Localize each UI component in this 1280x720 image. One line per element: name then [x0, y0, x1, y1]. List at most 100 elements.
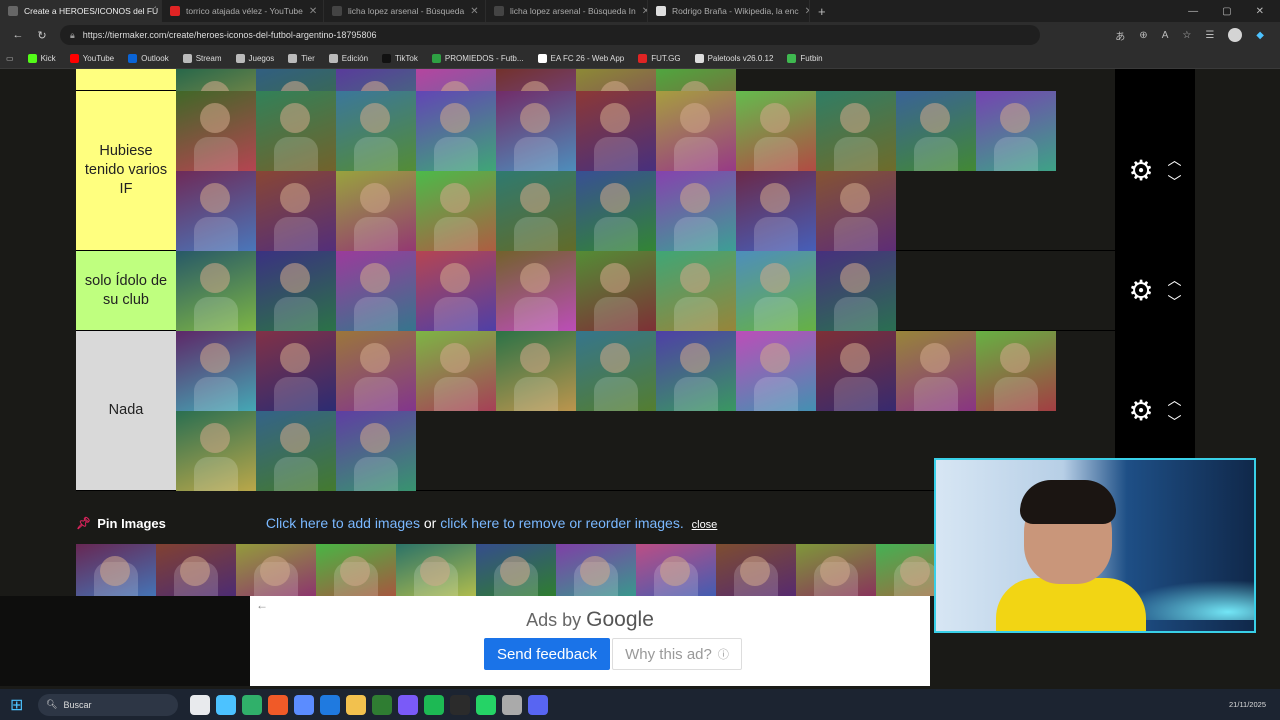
chevron-up-icon[interactable]: ︿: [1168, 393, 1182, 407]
player-image[interactable]: [796, 544, 876, 596]
tab-close-icon[interactable]: ✕: [303, 6, 317, 17]
remove-reorder-link[interactable]: click here to remove or reorder images.: [440, 515, 684, 531]
restore-icon[interactable]: ▢: [1222, 6, 1231, 17]
player-image[interactable]: [816, 91, 896, 171]
taskbar-search[interactable]: 🔍︎ Buscar: [38, 693, 178, 716]
player-image[interactable]: [416, 69, 496, 91]
send-feedback-button[interactable]: Send feedback: [484, 638, 610, 670]
minimize-icon[interactable]: —: [1188, 6, 1198, 17]
player-image[interactable]: [316, 544, 396, 596]
url-field[interactable]: 🔒︎ https://tiermaker.com/create/heroes-i…: [60, 25, 1040, 45]
player-image[interactable]: [736, 171, 816, 251]
tab-close-icon[interactable]: ✕: [799, 6, 809, 17]
close-window-icon[interactable]: ✕: [1256, 6, 1264, 17]
player-image[interactable]: [176, 251, 256, 331]
player-image[interactable]: [256, 91, 336, 171]
player-image[interactable]: [76, 544, 156, 596]
browser-tab[interactable]: licha lopez arsenal - Búsqueda ✕: [324, 0, 486, 22]
player-image[interactable]: [336, 411, 416, 491]
player-image[interactable]: [816, 251, 896, 331]
taskbar-app-icon[interactable]: [424, 694, 444, 715]
read-aloud-icon[interactable]: A: [1162, 30, 1169, 41]
player-image[interactable]: [576, 171, 656, 251]
taskbar-app-icon[interactable]: [502, 694, 522, 715]
taskbar-app-icon[interactable]: [372, 694, 392, 715]
player-image[interactable]: [476, 544, 556, 596]
player-image[interactable]: [256, 69, 336, 91]
player-image[interactable]: [256, 411, 336, 491]
player-image[interactable]: [636, 544, 716, 596]
player-image[interactable]: [576, 69, 656, 91]
player-image[interactable]: [256, 171, 336, 251]
browser-tab[interactable]: torrico atajada vélez - YouTube ✕: [162, 0, 324, 22]
translate-icon[interactable]: あ: [1115, 28, 1125, 43]
player-image[interactable]: [716, 544, 796, 596]
bookmark-item[interactable]: Juegos: [235, 53, 274, 63]
tier-label[interactable]: Hubiese tenido varios IF: [76, 91, 176, 250]
player-image[interactable]: [496, 69, 576, 91]
system-clock[interactable]: 21/11/2025: [1229, 700, 1280, 710]
favorite-icon[interactable]: ☆: [1182, 30, 1191, 41]
player-image[interactable]: [416, 331, 496, 411]
browser-tab[interactable]: licha lopez arsenal - Búsqueda In✕: [486, 0, 648, 22]
player-image[interactable]: [656, 171, 736, 251]
player-image[interactable]: [496, 331, 576, 411]
player-image[interactable]: [416, 91, 496, 171]
player-image[interactable]: [976, 331, 1056, 411]
gear-icon[interactable]: ⚙: [1128, 276, 1153, 305]
bookmark-item[interactable]: Edición: [328, 53, 368, 63]
player-image[interactable]: [336, 171, 416, 251]
player-image[interactable]: [256, 331, 336, 411]
why-this-ad-button[interactable]: Why this ad? ⓘ: [612, 638, 742, 670]
player-image[interactable]: [416, 251, 496, 331]
gear-icon[interactable]: ⚙: [1128, 156, 1153, 185]
taskbar-app-icon[interactable]: [528, 694, 548, 715]
browser-tab[interactable]: Rodrigo Braña - Wikipedia, la enc✕: [648, 0, 810, 22]
player-image[interactable]: [176, 331, 256, 411]
profile-avatar[interactable]: [1228, 28, 1243, 42]
player-image[interactable]: [176, 69, 256, 91]
player-image[interactable]: [896, 91, 976, 171]
taskbar-app-icon[interactable]: [294, 694, 314, 715]
player-image[interactable]: [336, 331, 416, 411]
bookmark-item[interactable]: Futbin: [787, 53, 823, 63]
reload-icon[interactable]: ↻: [30, 29, 54, 42]
player-image[interactable]: [256, 251, 336, 331]
bookmark-item[interactable]: PROMIEDOS - Futb...: [431, 53, 524, 63]
taskbar-app-icon[interactable]: [268, 694, 288, 715]
bookmark-item[interactable]: EA FC 26 - Web App: [537, 53, 624, 63]
player-image[interactable]: [656, 69, 736, 91]
taskbar-app-icon[interactable]: [398, 694, 418, 715]
bookmark-item[interactable]: Kick: [27, 53, 56, 63]
player-image[interactable]: [556, 544, 636, 596]
player-image[interactable]: [156, 544, 236, 596]
player-image[interactable]: [176, 91, 256, 171]
taskbar-app-icon[interactable]: [476, 694, 496, 715]
bookmark-item[interactable]: Outlook: [128, 53, 169, 63]
player-image[interactable]: [496, 91, 576, 171]
bookmark-item[interactable]: Stream: [182, 53, 222, 63]
taskbar-app-icon[interactable]: [242, 694, 262, 715]
player-image[interactable]: [396, 544, 476, 596]
player-image[interactable]: [816, 171, 896, 251]
bookmark-item[interactable]: YouTube: [69, 53, 114, 63]
player-image[interactable]: [336, 69, 416, 91]
player-image[interactable]: [816, 331, 896, 411]
player-image[interactable]: [576, 91, 656, 171]
new-tab-button[interactable]: +: [810, 4, 834, 19]
tier-label[interactable]: solo Ídolo de su club: [76, 251, 176, 330]
bookmark-item[interactable]: Paletools v26.0.12: [694, 53, 773, 63]
player-image[interactable]: [976, 91, 1056, 171]
taskbar-app-icon[interactable]: [216, 694, 236, 715]
player-image[interactable]: [416, 171, 496, 251]
player-image[interactable]: [656, 91, 736, 171]
taskbar-app-icon[interactable]: [450, 694, 470, 715]
chevron-down-icon[interactable]: ﹀: [1168, 295, 1182, 309]
player-image[interactable]: [336, 91, 416, 171]
bookmark-item[interactable]: Tier: [288, 53, 315, 63]
player-image[interactable]: [576, 251, 656, 331]
player-image[interactable]: [656, 331, 736, 411]
gear-icon[interactable]: ⚙: [1128, 396, 1153, 425]
favorites-bar-icon[interactable]: ☰: [1205, 30, 1214, 41]
taskbar-app-icon[interactable]: [346, 694, 366, 715]
